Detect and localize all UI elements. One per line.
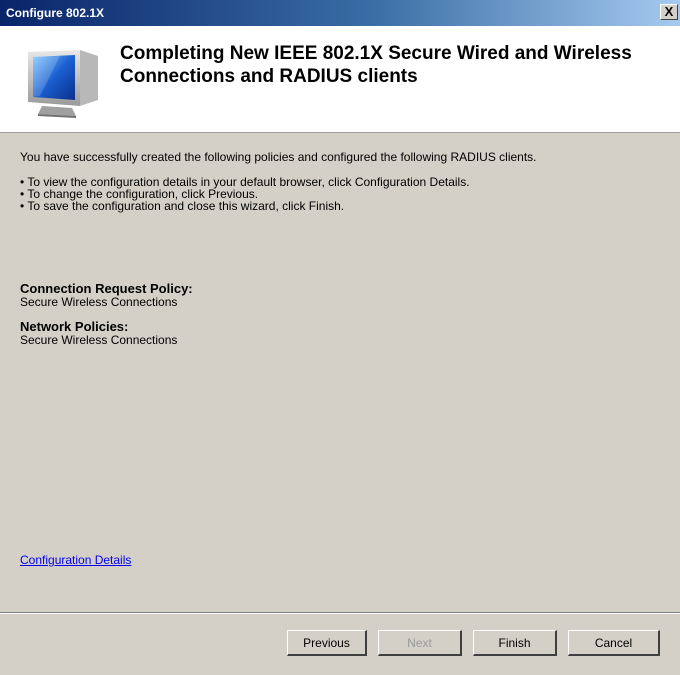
finish-button[interactable]: Finish	[473, 630, 557, 656]
window-title: Configure 802.1X	[6, 6, 105, 20]
instruction-item: • To save the configuration and close th…	[20, 199, 345, 213]
next-button[interactable]: Next	[378, 630, 462, 656]
cancel-button[interactable]: Cancel	[568, 630, 660, 656]
connection-request-policy-section: Connection Request Policy: Secure Wirele…	[20, 282, 660, 309]
close-button[interactable]: X	[660, 4, 678, 20]
intro-text: You have successfully created the follow…	[20, 150, 537, 164]
network-policies-label: Network Policies:	[20, 319, 129, 334]
connection-request-policy-label: Connection Request Policy:	[20, 281, 193, 296]
monitor-icon	[28, 50, 98, 118]
wizard-title: Completing New IEEE 802.1X Secure Wired …	[120, 43, 632, 87]
configure-802-1x-dialog: Configure 802.1X X Completing New IEEE 8…	[0, 0, 680, 675]
button-separator	[0, 612, 680, 614]
previous-button[interactable]: Previous	[287, 630, 367, 656]
connection-request-policy-value: Secure Wireless Connections	[20, 295, 178, 309]
instruction-list: • To view the configuration details in y…	[20, 176, 660, 212]
title-bar[interactable]: Configure 802.1X X	[0, 0, 680, 26]
network-policies-value: Secure Wireless Connections	[20, 333, 178, 347]
configuration-details-link[interactable]: Configuration Details	[20, 553, 131, 567]
wizard-content: You have successfully created the follow…	[20, 150, 660, 212]
network-policies-section: Network Policies: Secure Wireless Connec…	[20, 320, 660, 347]
wizard-header: Completing New IEEE 802.1X Secure Wired …	[0, 26, 680, 133]
